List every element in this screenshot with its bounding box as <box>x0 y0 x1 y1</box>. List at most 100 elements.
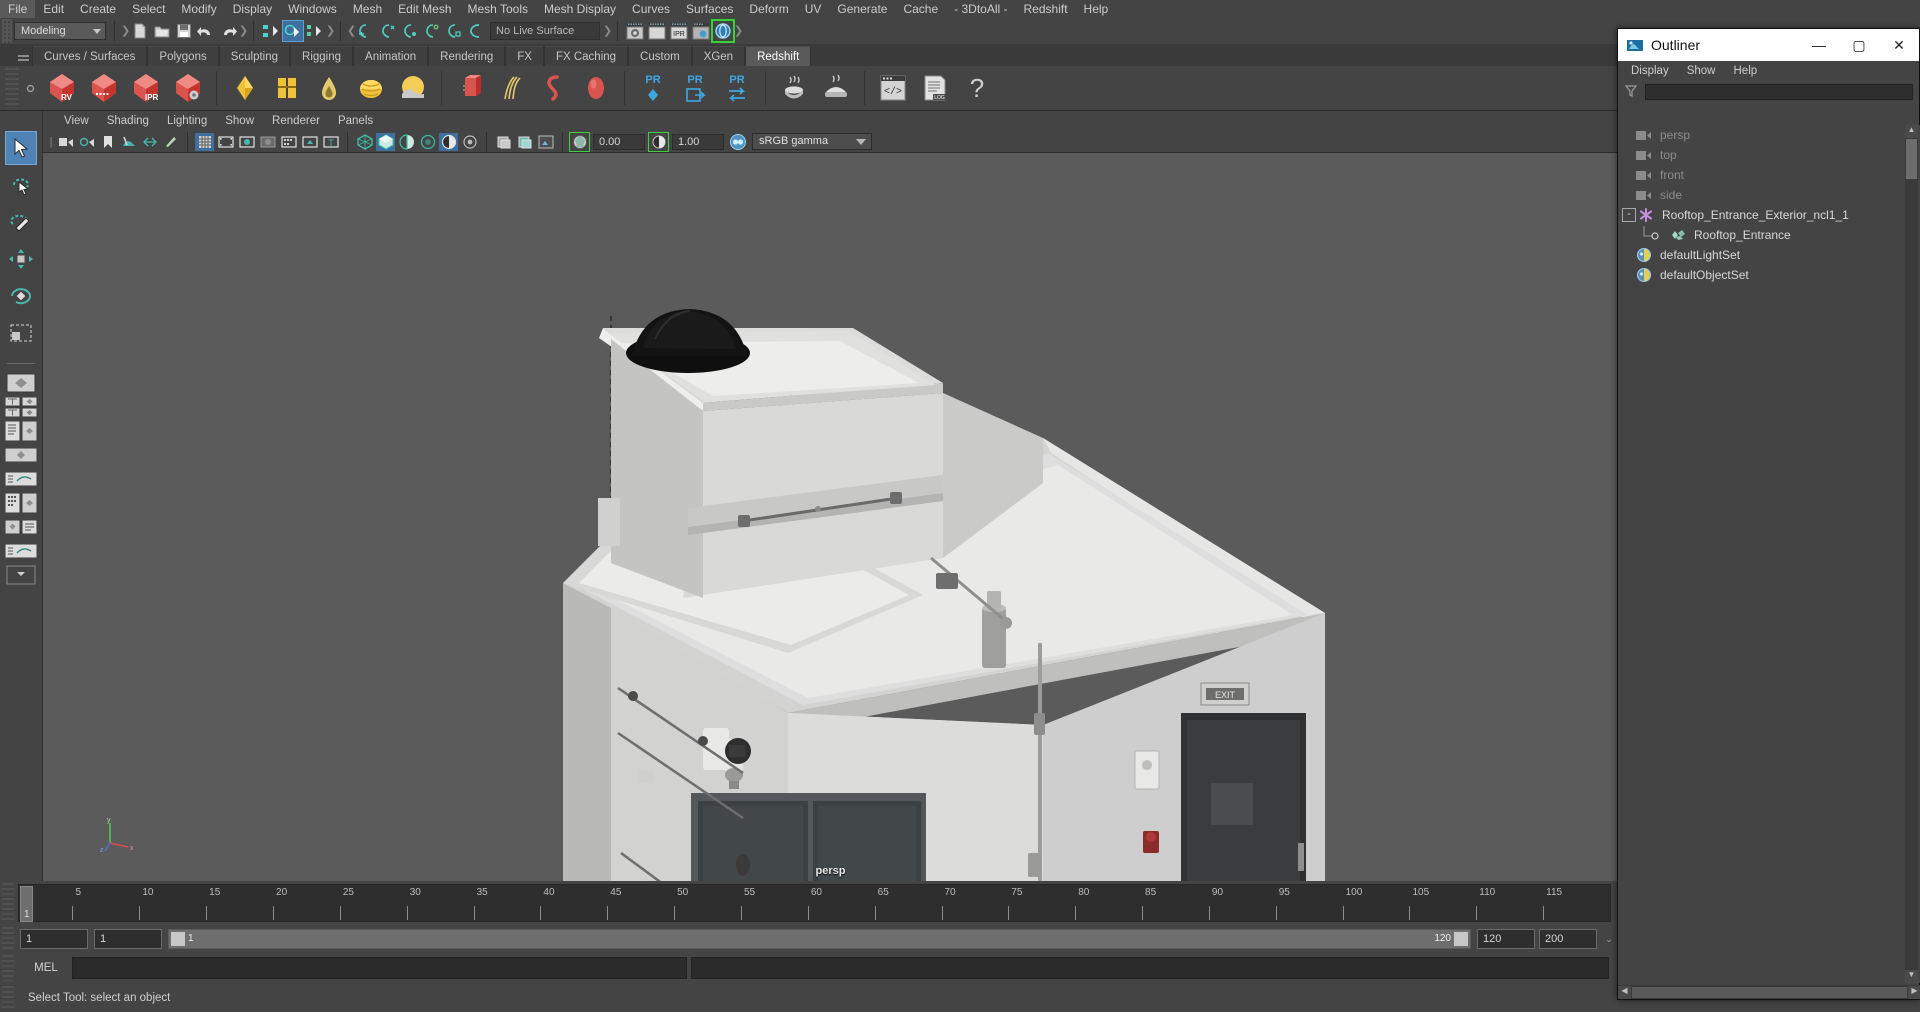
range-right-handle[interactable] <box>1454 932 1468 946</box>
outliner-menu-show[interactable]: Show <box>1678 62 1725 80</box>
collapse-arrow-icon-4[interactable]: ❮ <box>347 21 356 41</box>
scale-tool[interactable] <box>5 316 37 350</box>
menu-mesh-tools[interactable]: Mesh Tools <box>460 0 536 18</box>
playback-end-field[interactable]: 120 <box>1477 929 1535 949</box>
layout-persp-only[interactable] <box>4 444 38 466</box>
outliner-item-persp[interactable]: persp <box>1618 125 1920 145</box>
snap-to-curve-icon[interactable] <box>378 21 398 41</box>
maximize-icon[interactable]: ▢ <box>1839 29 1879 61</box>
menu-modify[interactable]: Modify <box>173 0 224 18</box>
redshift-bake-icon[interactable] <box>774 68 814 108</box>
menu-3dtoall[interactable]: - 3DtoAll - <box>946 0 1015 18</box>
redshift-bake-set-icon[interactable] <box>816 68 856 108</box>
playback-start-field[interactable]: 1 <box>94 929 162 949</box>
range-left-handle[interactable] <box>171 932 185 946</box>
shelf-tab-redshift[interactable]: Redshift <box>745 46 812 66</box>
viewport-menu-lighting[interactable]: Lighting <box>158 112 216 130</box>
shelf-tab-xgen[interactable]: XGen <box>691 46 746 66</box>
outliner-horizontal-scrollbar[interactable]: ◀ ▶ <box>1618 985 1920 999</box>
two-sided-lighting-icon[interactable] <box>140 133 159 151</box>
time-slider-track[interactable]: 1 5 10 15 20 25 30 35 40 45 50 55 60 65 70 75 80 85 90 95 1… <box>18 884 1611 922</box>
shelf-tab-rendering[interactable]: Rendering <box>428 46 506 66</box>
menu-generate[interactable]: Generate <box>829 0 895 18</box>
redshift-sphere-icon[interactable] <box>576 68 616 108</box>
snap-to-point-icon[interactable] <box>400 21 420 41</box>
shelf-tab-fx-caching[interactable]: FX Caching <box>543 46 629 66</box>
menu-windows[interactable]: Windows <box>280 0 345 18</box>
view-transform-icon[interactable] <box>728 133 747 151</box>
save-scene-icon[interactable] <box>174 21 194 41</box>
render-settings-icon[interactable] <box>691 21 711 41</box>
collapse-arrow-icon-5[interactable]: ❯ <box>603 21 612 41</box>
shelf-options-icon[interactable] <box>19 68 41 108</box>
collapse-arrow-icon[interactable]: ❯ <box>121 21 130 41</box>
screenshot-icon[interactable] <box>536 133 555 151</box>
isolate-select-add-icon[interactable] <box>515 133 534 151</box>
film-gate-icon[interactable] <box>216 133 235 151</box>
viewport-menu-panels[interactable]: Panels <box>329 112 382 130</box>
gamma-icon[interactable] <box>648 131 669 152</box>
redshift-curve-icon[interactable] <box>534 68 574 108</box>
redshift-pr-transfer-icon[interactable]: PR <box>717 68 757 108</box>
rotate-tool[interactable] <box>5 279 37 313</box>
redshift-rv-icon[interactable]: RV <box>42 68 82 108</box>
outliner-item-default-object-set[interactable]: defaultObjectSet <box>1618 265 1920 285</box>
select-by-component-icon[interactable] <box>305 21 325 41</box>
redshift-render-sequence-icon[interactable] <box>84 68 124 108</box>
select-by-hierarchy-icon[interactable] <box>261 21 281 41</box>
menu-display[interactable]: Display <box>225 0 280 18</box>
viewport-menu-renderer[interactable]: Renderer <box>263 112 329 130</box>
layout-hypershade-persp[interactable] <box>4 492 38 514</box>
redshift-hair-icon[interactable] <box>492 68 532 108</box>
expander-collapse-icon[interactable]: - <box>1622 208 1636 222</box>
new-scene-icon[interactable] <box>130 21 150 41</box>
select-camera-icon[interactable] <box>56 133 75 151</box>
shelf-grip[interactable] <box>5 68 19 108</box>
filter-icon[interactable] <box>1624 84 1640 100</box>
shelf-tab-grip[interactable] <box>16 46 30 66</box>
shelf-tab-fx[interactable]: FX <box>505 46 544 66</box>
film-origin-icon[interactable] <box>279 133 298 151</box>
viewport-menu-shading[interactable]: Shading <box>98 112 158 130</box>
isolate-select-icon[interactable] <box>494 133 513 151</box>
redshift-proxy-icon[interactable] <box>450 68 490 108</box>
outliner-title-bar[interactable]: Outliner — ▢ ✕ <box>1618 29 1919 61</box>
menu-edit-mesh[interactable]: Edit Mesh <box>390 0 459 18</box>
menu-help[interactable]: Help <box>1076 0 1117 18</box>
color-profile-selector[interactable]: sRGB gamma <box>752 133 872 150</box>
outliner-item-rooftop-entrance-exterior[interactable]: - Rooftop_Entrance_Exterior_ncl1_1 <box>1618 205 1920 225</box>
undo-icon[interactable] <box>196 21 216 41</box>
outliner-vertical-scrollbar[interactable]: ▲ ▼ <box>1905 125 1918 983</box>
redshift-script-icon[interactable]: </> <box>873 68 913 108</box>
menu-surfaces[interactable]: Surfaces <box>678 0 741 18</box>
xray-icon[interactable] <box>300 133 319 151</box>
layout-four-view[interactable] <box>4 396 38 418</box>
command-input-field[interactable] <box>72 957 687 979</box>
camera-attributes-icon[interactable] <box>77 133 96 151</box>
hypershade-icon[interactable] <box>711 19 735 43</box>
grid-icon[interactable] <box>195 132 214 151</box>
shelf-tab-polygons[interactable]: Polygons <box>147 46 219 66</box>
menu-file[interactable]: File <box>0 0 36 18</box>
scroll-thumb-horizontal[interactable] <box>1632 986 1907 998</box>
menu-mesh-display[interactable]: Mesh Display <box>536 0 624 18</box>
viewport-menu-show[interactable]: Show <box>216 112 263 130</box>
redshift-render-settings-icon[interactable] <box>168 68 208 108</box>
menu-mesh[interactable]: Mesh <box>345 0 390 18</box>
snap-to-projected-center-icon[interactable] <box>422 21 442 41</box>
redshift-sss-icon[interactable] <box>309 68 349 108</box>
command-line-grip[interactable] <box>2 955 14 981</box>
layout-single-perspective[interactable] <box>4 372 38 394</box>
render-current-frame-icon[interactable] <box>647 21 667 41</box>
snap-to-view-plane-icon[interactable] <box>444 21 464 41</box>
collapse-arrow-icon-6[interactable]: ❯ <box>734 21 743 41</box>
ipr-render-icon[interactable]: IPR <box>669 21 689 41</box>
layout-persp-graph-editor[interactable] <box>4 468 38 490</box>
anim-start-field[interactable]: 1 <box>20 929 88 949</box>
shelf-tab-custom[interactable]: Custom <box>628 46 692 66</box>
redshift-ipr-icon[interactable]: IPR <box>126 68 166 108</box>
shadow-toggle-icon[interactable] <box>460 133 479 151</box>
redo-icon[interactable] <box>218 21 238 41</box>
snap-to-grid-icon[interactable] <box>356 21 376 41</box>
animation-preferences-icon[interactable]: ⌄ <box>1601 929 1617 949</box>
